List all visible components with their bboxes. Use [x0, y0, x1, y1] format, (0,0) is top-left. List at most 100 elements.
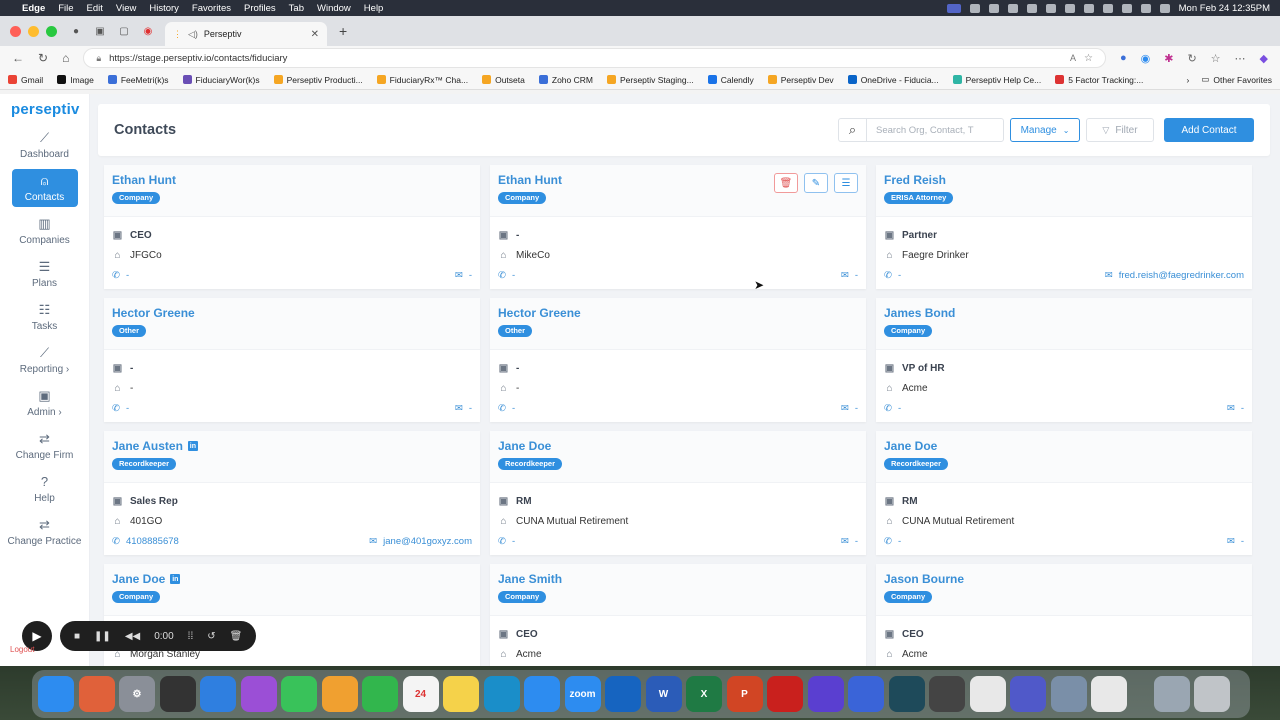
contact-name-text[interactable]: James Bond: [884, 306, 955, 320]
phone-link[interactable]: ✆ -: [112, 270, 129, 281]
linkedin-icon[interactable]: in: [187, 441, 198, 451]
linkedin-icon[interactable]: in: [170, 574, 181, 584]
email-link[interactable]: ✉ jane@401goxyz.com: [369, 536, 472, 547]
menu-edge[interactable]: Edge: [22, 3, 45, 14]
workspaces-icon[interactable]: ▣: [93, 24, 107, 38]
details-button[interactable]: ☰: [834, 173, 858, 193]
activity-icon[interactable]: [159, 676, 196, 712]
favorite-star-icon[interactable]: ☆: [1084, 53, 1093, 64]
other-favorites[interactable]: ▭ Other Favorites: [1201, 74, 1272, 85]
menu-help[interactable]: Help: [364, 3, 384, 14]
delete-button[interactable]: 🗑︎: [774, 173, 798, 193]
messages-icon[interactable]: [281, 676, 317, 712]
bookmark-item[interactable]: Gmail: [8, 75, 43, 85]
bookmark-item[interactable]: Perseptiv Staging...: [606, 75, 694, 85]
contact-card[interactable]: James Bond Company ▣ VP of HR ⌂ Acme ✆ - ✉ -: [876, 298, 1252, 422]
phone-link[interactable]: ✆ -: [112, 403, 129, 414]
logout-link[interactable]: Logout: [10, 645, 34, 654]
contact-name[interactable]: Jason Bourne: [884, 572, 1244, 586]
app-dark-icon[interactable]: [888, 676, 925, 712]
read-aloud-icon[interactable]: A: [1070, 53, 1076, 63]
bookmark-item[interactable]: Calendly: [707, 75, 754, 85]
sidebar-item-help[interactable]: ? Help: [12, 470, 78, 508]
safari-icon[interactable]: [200, 676, 236, 712]
extension-icon[interactable]: ✱: [1164, 52, 1173, 65]
tray-icon[interactable]: [1007, 3, 1018, 13]
edit-button[interactable]: ✎: [804, 173, 828, 193]
contact-name[interactable]: Fred Reish: [884, 173, 1244, 187]
launchpad-icon[interactable]: [78, 676, 115, 712]
bookmark-item[interactable]: FiduciaryRx™ Cha...: [376, 75, 468, 85]
add-contact-button[interactable]: Add Contact: [1164, 118, 1254, 142]
phone-link[interactable]: ✆ -: [498, 270, 515, 281]
contact-name-text[interactable]: Jane Austen: [112, 439, 183, 453]
rewind-icon[interactable]: ◀◀: [125, 631, 140, 642]
contact-card[interactable]: Jane Doe Recordkeeper ▣ RM ⌂ CUNA Mutual Reti…: [876, 431, 1252, 555]
email-link[interactable]: ✉ -: [841, 536, 858, 547]
phone-link[interactable]: ✆ -: [884, 536, 901, 547]
powerpoint-icon[interactable]: P: [726, 676, 763, 712]
sidebar-item-companies[interactable]: ▥ Companies: [12, 212, 78, 250]
contact-card[interactable]: Jane Doe Recordkeeper ▣ RM ⌂ CUNA Mutual Reti…: [490, 431, 866, 555]
lock-icon[interactable]: 🔒︎: [96, 53, 101, 64]
home-icon[interactable]: ⌂: [62, 51, 69, 65]
menu-edit[interactable]: Edit: [87, 3, 103, 14]
contact-name[interactable]: Ethan Hunt: [112, 173, 472, 187]
contact-name[interactable]: Hector Greene: [112, 306, 472, 320]
menu-tab[interactable]: Tab: [289, 3, 304, 14]
phone-link[interactable]: ✆ -: [498, 536, 515, 547]
contact-name-text[interactable]: Hector Greene: [112, 306, 195, 320]
contact-card[interactable]: Ethan Hunt Company 🗑︎ ✎ ☰ ▣ - ⌂ MikeCo ✆ - ✉ -: [490, 165, 866, 289]
logo[interactable]: perseptiv: [0, 94, 89, 118]
notes-icon[interactable]: [443, 676, 479, 712]
email-link[interactable]: ✉ -: [455, 403, 472, 414]
outlook-icon[interactable]: [605, 676, 641, 712]
minimize-window-button[interactable]: [28, 25, 39, 37]
menu-file[interactable]: File: [58, 3, 73, 14]
extension-icon[interactable]: ◉: [1141, 52, 1151, 65]
speaker-icon[interactable]: ◁): [188, 29, 198, 40]
profile-icon[interactable]: ●: [69, 24, 83, 38]
close-tab-icon[interactable]: ✕: [311, 29, 319, 40]
contact-card[interactable]: Jane Austen in Recordkeeper ▣ Sales Rep ⌂ 401G…: [104, 431, 480, 555]
app-gear-icon[interactable]: [848, 676, 884, 712]
sidebar-item-change-practice[interactable]: ⇄ Change Practice: [2, 513, 88, 551]
app-purple-icon[interactable]: [807, 676, 844, 712]
grid-icon[interactable]: ⁞⁞: [188, 631, 194, 642]
contact-card[interactable]: Ethan Hunt Company ▣ CEO ⌂ JFGCo ✆ - ✉ -: [104, 165, 480, 289]
menu-profiles[interactable]: Profiles: [244, 3, 276, 14]
trash-icon[interactable]: [1194, 676, 1230, 712]
search-icon[interactable]: ⌕: [839, 119, 867, 141]
contact-name-text[interactable]: Jane Doe: [112, 572, 165, 586]
phone-link[interactable]: ✆ 4108885678: [112, 536, 179, 547]
manage-dropdown-button[interactable]: Manage ⌄: [1010, 118, 1080, 142]
contact-card[interactable]: Hector Greene Other ▣ - ⌂ - ✆ - ✉ -: [104, 298, 480, 422]
sidebar-item-dashboard[interactable]: ⟋ Dashboard: [12, 126, 78, 164]
chevron-right-icon[interactable]: ›: [1187, 75, 1190, 85]
favorites-icon[interactable]: ☆: [1211, 52, 1221, 65]
menu-favorites[interactable]: Favorites: [192, 3, 231, 14]
screen-share-icon[interactable]: [946, 3, 961, 13]
bookmark-item[interactable]: Zoho CRM: [538, 75, 593, 85]
tray-icon[interactable]: [1026, 3, 1037, 13]
bookmark-item[interactable]: Image: [57, 75, 94, 85]
settings-icon[interactable]: ⚙: [119, 676, 155, 712]
reload-icon[interactable]: ↻: [38, 51, 48, 65]
tray-icon[interactable]: [969, 3, 980, 13]
back-icon[interactable]: ←: [12, 51, 24, 65]
email-link[interactable]: ✉ -: [1227, 536, 1244, 547]
refresh-extension-icon[interactable]: ↻: [1187, 52, 1196, 65]
bookmark-item[interactable]: Perseptiv Dev: [767, 75, 834, 85]
contact-name[interactable]: Jane Doe: [884, 439, 1244, 453]
sidebar-item-change-firm[interactable]: ⇄ Change Firm: [12, 427, 78, 465]
contact-name-text[interactable]: Ethan Hunt: [112, 173, 176, 187]
bookmark-item[interactable]: FiduciaryWor(k)s: [182, 75, 260, 85]
tray-icon[interactable]: [1045, 3, 1056, 13]
doc-icon[interactable]: [1091, 676, 1127, 712]
contact-name-text[interactable]: Jason Bourne: [884, 572, 964, 586]
extension-icon[interactable]: ●: [1120, 52, 1127, 64]
sidebar-item-admin[interactable]: ▣ Admin ›: [12, 384, 78, 422]
sidebar-item-plans[interactable]: ☰ Plans: [12, 255, 78, 293]
tray-icon[interactable]: [988, 3, 999, 13]
chrome-icon[interactable]: [969, 676, 1006, 712]
